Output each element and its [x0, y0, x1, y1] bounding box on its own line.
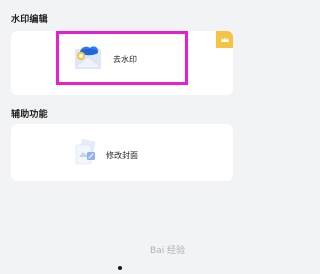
remove-watermark-card[interactable]: 去水印: [11, 31, 233, 95]
watermark-edit-title: 水印编辑: [11, 15, 48, 25]
remove-watermark-icon: [74, 46, 102, 69]
aux-functions-title: 辅助功能: [11, 110, 48, 120]
vip-ribbon: [216, 31, 233, 48]
crown-icon: [220, 36, 229, 42]
page-indicator-dot: [118, 266, 122, 270]
baidu-watermark: Bai 经验: [150, 246, 186, 256]
edit-cover-card[interactable]: 修改封面: [11, 124, 233, 181]
edit-cover-icon: [75, 139, 96, 165]
edit-cover-label: 修改封面: [106, 151, 138, 160]
remove-watermark-label: 去水印: [113, 55, 137, 64]
